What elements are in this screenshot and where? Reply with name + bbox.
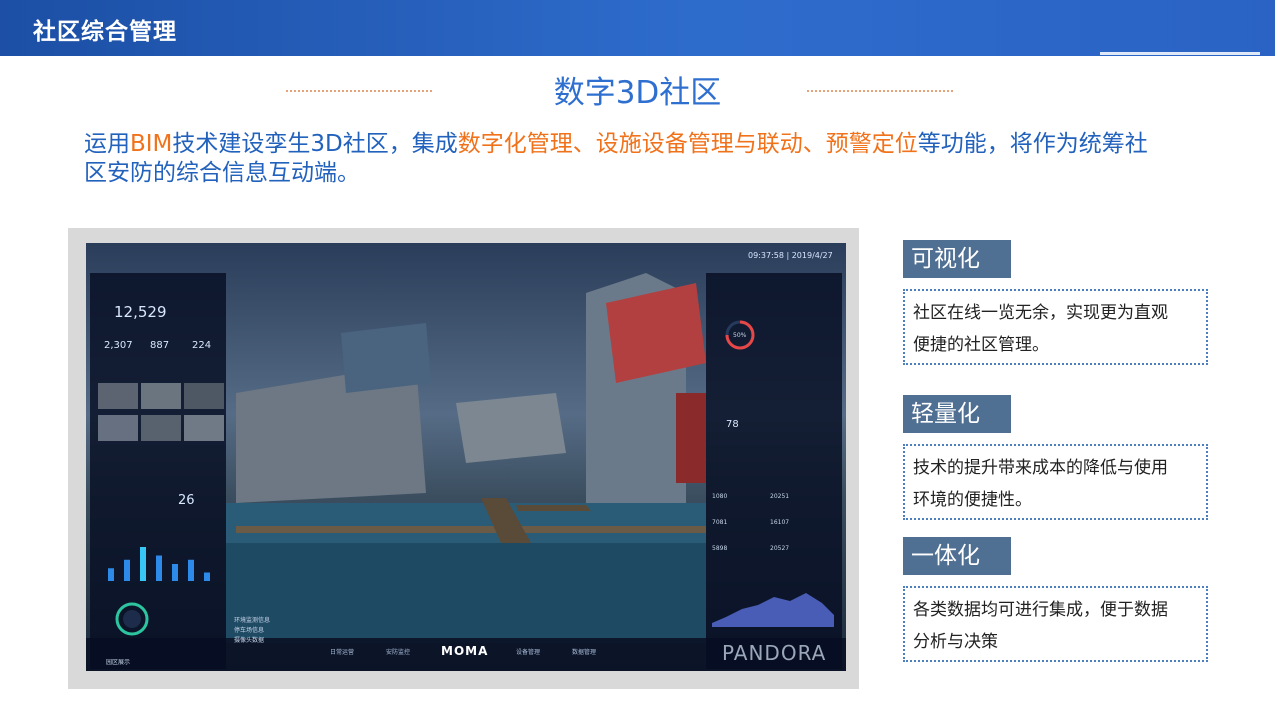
stat-value: 2,307 [104,340,133,351]
energy-value: 7081 [712,519,728,526]
feature-title-integration: 一体化 [903,537,1011,575]
legend-item: 摄像头数据 [234,637,265,644]
right-area-chart [712,593,834,627]
legend-item: 环境监测信息 [234,617,271,624]
feature-desc-line: 技术的提升带来成本的降低与使用 [913,458,1168,478]
nav-item[interactable]: 安防监控 [386,647,410,656]
left-stats-panel [90,273,226,669]
energy-value: 5898 [712,545,728,552]
visitor-count: 26 [178,493,195,508]
feature-desc-line: 各类数据均可进行集成，便于数据 [913,600,1168,620]
feature-desc-visualization: 社区在线一览无余，实现更为直观 便捷的社区管理。 [903,289,1208,365]
section-heading: 数字3D社区 [553,75,722,111]
left-bar-chart [108,547,210,581]
page-title: 社区综合管理 [33,19,177,45]
legend-item: 停车场信息 [234,627,265,634]
heading-rule-right [807,90,953,92]
chart-bar [140,547,146,581]
energy-value: 16107 [770,519,790,526]
bottom-left-label: 园区展示 [106,659,131,666]
chart-bar [204,572,210,581]
feature-desc-line: 便捷的社区管理。 [913,335,1049,355]
dashboard-screenshot: 09:37:58 | 2019/4/27 12,529 2,307 887 22… [86,243,846,671]
camera-thumbnails [98,383,224,441]
chart-bar [124,559,130,581]
chart-bar [156,555,162,581]
chart-bar [108,568,114,581]
energy-value: 20251 [770,493,790,500]
feature-desc-line: 环境的便捷性。 [913,490,1032,510]
device-count: 78 [726,419,739,430]
chart-bar [172,564,178,581]
clock: 09:37:58 | 2019/4/27 [748,251,833,260]
energy-value: 20527 [770,545,790,552]
status-ring [115,602,149,636]
intro-text: 运用 [84,131,130,157]
humidity-value: 50% [733,332,747,339]
feature-desc-lightweight: 技术的提升带来成本的降低与使用 环境的便捷性。 [903,444,1208,520]
nav-item[interactable]: 日常运营 [330,647,354,656]
people-count: 12,529 [114,303,167,321]
intro-highlight: 数字化管理、设施设备管理与联动、预警定位 [457,131,918,157]
feature-desc-line: 分析与决策 [913,632,998,652]
energy-value: 1080 [712,493,728,500]
feature-title-lightweight: 轻量化 [903,395,1011,433]
stat-value: 224 [192,340,212,351]
moma-logo: MOMA [441,644,489,658]
intro-text: 技术建设孪生3D社区，集成 [172,131,458,157]
chart-bar [188,559,194,581]
pandora-label: PANDORA [722,641,827,665]
header-stripe [1100,52,1260,55]
intro-text: 区安防的综合信息互动端。 [84,160,360,186]
stat-value: 887 [150,340,170,351]
nav-item[interactable]: 数据管理 [572,647,596,656]
intro-text: 等功能，将作为统筹社 [917,131,1148,157]
intro-highlight: BIM [130,131,173,157]
header-bar: 社区综合管理 [0,0,1275,56]
feature-title-visualization: 可视化 [903,240,1011,278]
feature-desc-integration: 各类数据均可进行集成，便于数据 分析与决策 [903,586,1208,662]
feature-desc-line: 社区在线一览无余，实现更为直观 [913,303,1168,323]
nav-item[interactable]: 设备管理 [516,647,540,656]
intro-paragraph: 运用BIM技术建设孪生3D社区，集成数字化管理、设施设备管理与联动、预警定位等功… [84,130,1204,188]
